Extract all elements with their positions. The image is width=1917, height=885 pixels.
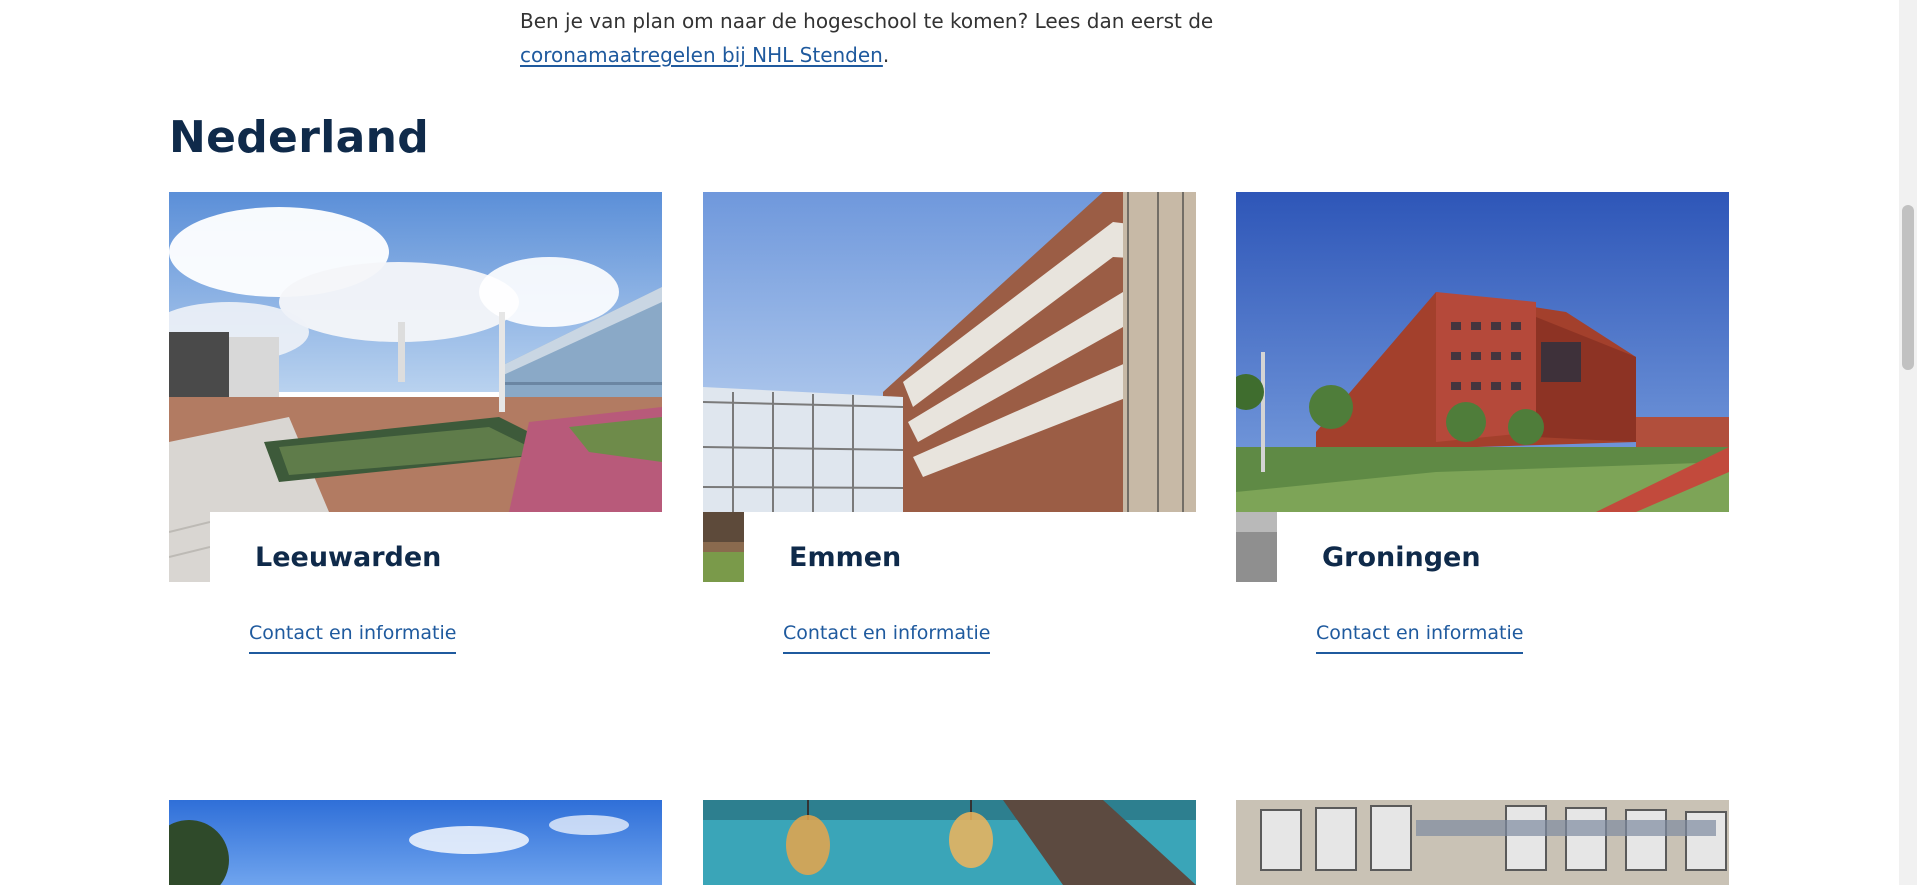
- campus-photo-groningen[interactable]: [1236, 192, 1729, 512]
- campus-photo-row2-2[interactable]: [703, 800, 1196, 885]
- photo-strip: [169, 512, 210, 582]
- contact-info-link-groningen[interactable]: Contact en informatie: [1316, 622, 1524, 654]
- contact-info-link-leeuwarden[interactable]: Contact en informatie: [249, 622, 457, 654]
- photo-strip: [1236, 512, 1277, 582]
- campus-photo-emmen[interactable]: [703, 192, 1196, 512]
- campus-photo-row2-1[interactable]: [169, 800, 662, 885]
- photo-strip: [703, 512, 744, 582]
- corona-measures-link[interactable]: coronamaatregelen bij NHL Stenden: [520, 43, 883, 67]
- card-panel: Emmen Contact en informatie: [744, 512, 1196, 697]
- campus-card-emmen: Emmen Contact en informatie: [703, 192, 1196, 697]
- scrollbar-thumb[interactable]: [1902, 205, 1914, 370]
- city-title: Emmen: [789, 542, 902, 573]
- campus-photo-row2-3[interactable]: [1236, 800, 1729, 885]
- card-panel: Leeuwarden Contact en informatie: [210, 512, 662, 697]
- campus-card-leeuwarden: Leeuwarden Contact en informatie: [169, 192, 662, 697]
- intro-period: .: [882, 43, 890, 67]
- city-title: Groningen: [1322, 542, 1481, 573]
- page-scrollbar[interactable]: [1899, 0, 1917, 885]
- card-panel: Groningen Contact en informatie: [1277, 512, 1729, 697]
- section-heading: Nederland: [169, 112, 429, 163]
- campus-card-groningen: Groningen Contact en informatie: [1236, 192, 1729, 697]
- campus-photo-leeuwarden[interactable]: [169, 192, 662, 512]
- intro-paragraph: Ben je van plan om naar de hogeschool te…: [520, 4, 1300, 72]
- city-title: Leeuwarden: [255, 542, 442, 573]
- contact-info-link-emmen[interactable]: Contact en informatie: [783, 622, 991, 654]
- intro-text: Ben je van plan om naar de hogeschool te…: [520, 9, 1214, 33]
